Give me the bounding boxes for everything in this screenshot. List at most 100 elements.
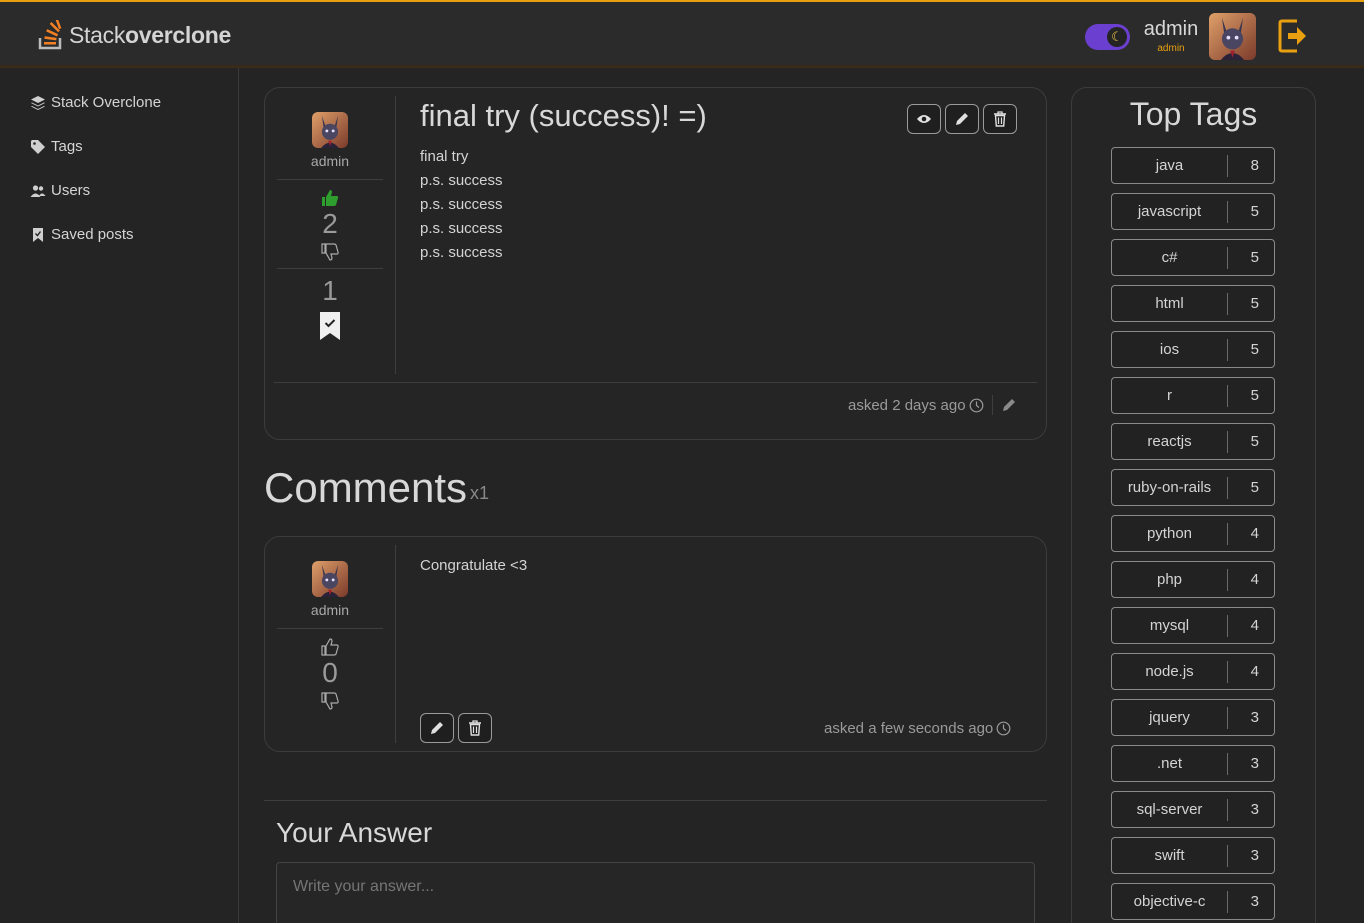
tag-chip[interactable]: ruby-on-rails 5: [1111, 469, 1275, 506]
author-name[interactable]: admin: [275, 153, 385, 169]
tag-chip[interactable]: javascript 5: [1111, 193, 1275, 230]
header-avatar[interactable]: [1209, 13, 1256, 60]
comment-card: admin 0 Congratulate <3 asked a few seco…: [264, 536, 1047, 752]
tag-count: 4: [1250, 617, 1259, 634]
tag-chip[interactable]: sql-server 3: [1111, 791, 1275, 828]
divider: [274, 382, 1037, 383]
sidebar: Stack Overclone Tags Users Saved posts: [0, 68, 239, 923]
answer-input[interactable]: [276, 862, 1035, 923]
delete-button[interactable]: [983, 104, 1017, 134]
tag-name: r: [1167, 387, 1172, 404]
tag-name: javascript: [1137, 203, 1202, 220]
tag-chip[interactable]: java 8: [1111, 147, 1275, 184]
tag-chip[interactable]: python 4: [1111, 515, 1275, 552]
author-avatar[interactable]: [312, 112, 348, 148]
divider: [277, 628, 383, 629]
question-card: admin 2 1 final try (success)! =) final …: [264, 87, 1047, 440]
comment-vote-column: admin 0: [275, 561, 385, 711]
tag-count: 4: [1250, 525, 1259, 542]
logo[interactable]: Stackoverclone: [38, 20, 231, 50]
tag-count: 5: [1250, 295, 1259, 312]
tag-name: python: [1146, 525, 1193, 542]
tag-chip[interactable]: jquery 3: [1111, 699, 1275, 736]
tag-name: html: [1155, 295, 1184, 312]
thumbs-up-icon[interactable]: [320, 637, 340, 657]
tag-count: 3: [1250, 893, 1259, 910]
tag-chip[interactable]: r5: [1111, 377, 1275, 414]
question-title: final try (success)! =): [420, 98, 707, 133]
vote-count: 2: [322, 208, 338, 239]
tag-name: mysql: [1149, 617, 1190, 634]
trash-icon: [469, 720, 481, 736]
sidebar-item-saved-posts[interactable]: Saved posts: [30, 226, 134, 243]
tag-count: 5: [1250, 479, 1259, 496]
sidebar-item-tags[interactable]: Tags: [30, 138, 83, 155]
tag-name: sql-server: [1136, 801, 1203, 818]
asked-time: asked a few seconds ago: [824, 720, 994, 737]
pencil-icon: [956, 113, 968, 125]
view-button[interactable]: [907, 104, 941, 134]
tag-count: 5: [1250, 341, 1259, 358]
save-count: 1: [322, 275, 338, 306]
user-name: admin: [1143, 18, 1199, 40]
sidebar-item-home[interactable]: Stack Overclone: [30, 94, 161, 111]
tag-chip[interactable]: node.js 4: [1111, 653, 1275, 690]
thumbs-down-icon[interactable]: [320, 691, 340, 711]
edit-comment-button[interactable]: [420, 713, 454, 743]
comments-heading: Comments: [264, 464, 468, 511]
tag-chip[interactable]: reactjs 5: [1111, 423, 1275, 460]
question-meta: asked 2 days ago: [848, 395, 1017, 415]
top-header: Stackoverclone ☾ admin admin: [0, 0, 1364, 68]
sidebar-item-users[interactable]: Users: [30, 182, 90, 199]
tag-count: 5: [1250, 249, 1259, 266]
user-role: admin: [1157, 43, 1185, 54]
user-info[interactable]: admin admin: [1140, 18, 1202, 54]
edit-history-icon[interactable]: [1001, 397, 1017, 413]
author-name[interactable]: admin: [275, 602, 385, 618]
logo-text: Stackoverclone: [69, 21, 231, 48]
tag-name: ios: [1159, 341, 1180, 358]
divider: [277, 179, 383, 180]
tag-name: .net: [1156, 755, 1183, 772]
vote-count: 0: [322, 657, 338, 688]
stack-logo-icon: [38, 20, 62, 50]
thumbs-down-icon[interactable]: [320, 242, 340, 262]
sidebar-item-label: Stack Overclone: [51, 94, 162, 111]
thumbs-up-icon[interactable]: [320, 188, 340, 208]
bookmark-saved-icon[interactable]: [319, 311, 341, 341]
theme-toggle[interactable]: ☾: [1085, 24, 1130, 50]
tag-chip[interactable]: .net 3: [1111, 745, 1275, 782]
tag-chip[interactable]: mysql 4: [1111, 607, 1275, 644]
edit-button[interactable]: [945, 104, 979, 134]
tag-name: reactjs: [1147, 433, 1192, 450]
tag-name: php: [1156, 571, 1183, 588]
tag-count: 5: [1250, 203, 1259, 220]
tag-name: jquery: [1149, 709, 1190, 726]
tag-chip[interactable]: ios 5: [1111, 331, 1275, 368]
sidebar-item-label: Users: [51, 182, 91, 199]
author-avatar[interactable]: [312, 561, 348, 597]
body-line: p.s. success: [420, 196, 503, 213]
tag-name: c#: [1161, 249, 1178, 266]
pencil-icon: [431, 722, 443, 734]
layers-icon: [31, 95, 45, 110]
moon-icon: ☾: [1107, 27, 1127, 47]
tag-count: 4: [1250, 663, 1259, 680]
divider: [277, 268, 383, 269]
tag-chip[interactable]: swift 3: [1111, 837, 1275, 874]
bookmark-icon: [33, 227, 43, 242]
tag-count: 4: [1250, 571, 1259, 588]
comment-meta: asked a few seconds ago: [824, 720, 1011, 737]
answer-heading: Your Answer: [276, 817, 433, 848]
logout-icon[interactable]: [1277, 18, 1309, 54]
comment-text: Congratulate <3: [420, 557, 528, 574]
tag-chip[interactable]: php 4: [1111, 561, 1275, 598]
tag-count: 3: [1250, 801, 1259, 818]
delete-comment-button[interactable]: [458, 713, 492, 743]
comments-count: x1: [470, 483, 490, 503]
tag-chip[interactable]: objective-c 3: [1111, 883, 1275, 920]
tag-chip[interactable]: html 5: [1111, 285, 1275, 322]
tag-chip[interactable]: c# 5: [1111, 239, 1275, 276]
eye-icon: [917, 115, 931, 123]
users-icon: [30, 184, 46, 197]
